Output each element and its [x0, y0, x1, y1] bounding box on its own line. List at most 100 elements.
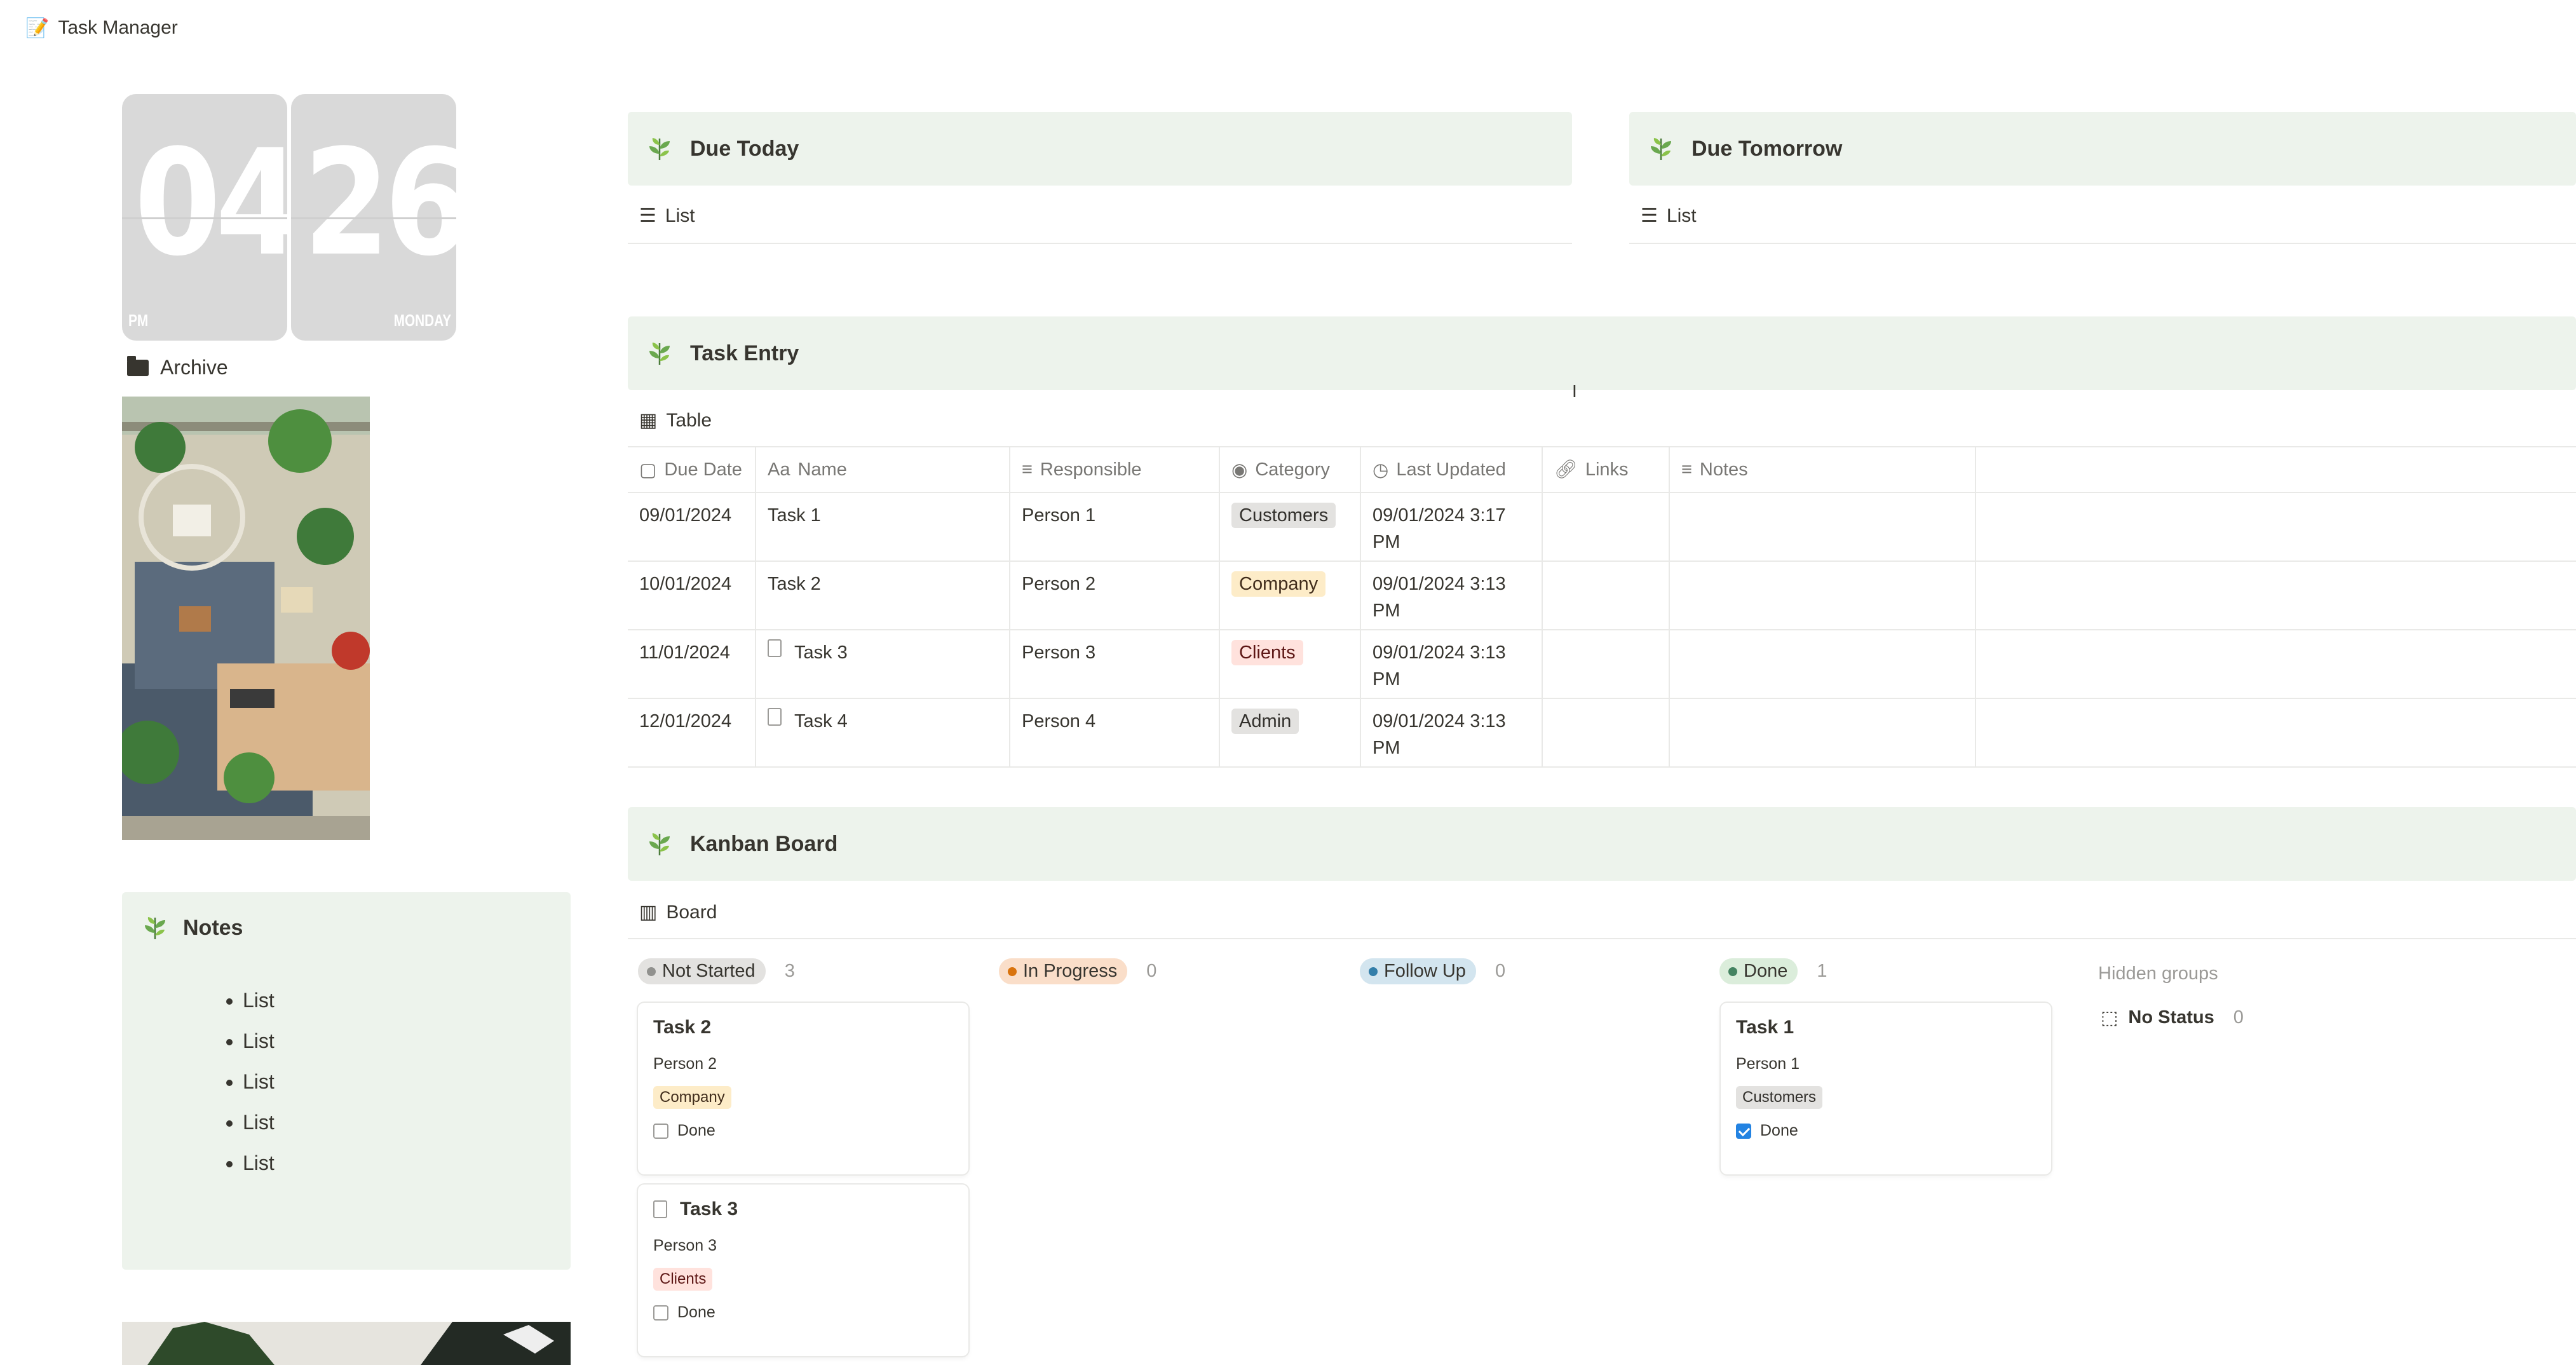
inbox-icon: ⬚: [2101, 1008, 2118, 1028]
column-header-name[interactable]: Aa Name: [755, 447, 1009, 492]
cell-responsible[interactable]: Person 3: [1009, 630, 1219, 698]
due-tomorrow-view-tab[interactable]: ☰ List: [1641, 205, 1697, 227]
cell-links[interactable]: [1542, 699, 1669, 766]
cell-name[interactable]: Task 4: [755, 699, 1009, 766]
document-icon: [768, 708, 782, 726]
kanban-group-header[interactable]: Done 1: [1719, 958, 1827, 984]
card-title-row: Task 2: [653, 1017, 953, 1038]
done-label: Done: [1760, 1122, 1798, 1139]
card-done-row: Done: [653, 1122, 953, 1140]
category-tag: Customers: [1231, 503, 1336, 528]
cell-category[interactable]: Customers: [1219, 493, 1360, 560]
responsible-value: Person 2: [1022, 574, 1096, 594]
notes-list-item[interactable]: List: [243, 1021, 275, 1061]
cell-name[interactable]: Task 1: [755, 493, 1009, 560]
cell-last-updated[interactable]: 09/01/2024 3:17 PM: [1360, 493, 1542, 560]
column-label: Category: [1255, 459, 1330, 480]
cell-due-date[interactable]: 09/01/2024: [628, 493, 755, 560]
kanban-view-tab[interactable]: ▥ Board: [639, 901, 717, 923]
table-row[interactable]: 11/01/2024 Task 3 Person 3 Clients 09/01/202…: [628, 630, 2576, 699]
cell-links[interactable]: [1542, 562, 1669, 629]
done-checkbox[interactable]: [653, 1123, 668, 1139]
cell-due-date[interactable]: 11/01/2024: [628, 630, 755, 698]
cell-responsible[interactable]: Person 4: [1009, 699, 1219, 766]
notes-list-item[interactable]: List: [243, 980, 275, 1021]
hidden-groups-label: Hidden groups: [2098, 963, 2218, 984]
task-name[interactable]: Task 1: [768, 502, 821, 529]
window-title-bar[interactable]: 📝 Task Manager: [25, 14, 178, 42]
card-category-tag: Customers: [1736, 1086, 1823, 1109]
table-row[interactable]: 12/01/2024 Task 4 Person 4 Admin 09/01/2024 …: [628, 699, 2576, 768]
column-header-category[interactable]: ◉ Category: [1219, 447, 1360, 492]
no-status-count: 0: [2233, 1007, 2244, 1028]
notes-list: List List List List List: [217, 980, 275, 1183]
cell-responsible[interactable]: Person 2: [1009, 562, 1219, 629]
table-header-row: ▢ Due Date Aa Name ≡ Responsible ◉ Categ…: [628, 446, 2576, 493]
kanban-card[interactable]: Task 3 Person 3 Clients Done: [638, 1185, 968, 1356]
cell-notes[interactable]: [1669, 562, 1975, 629]
card-category-tag: Clients: [653, 1268, 713, 1291]
cell-category[interactable]: Admin: [1219, 699, 1360, 766]
kanban-card[interactable]: Task 2 Person 2 Company Done: [638, 1003, 968, 1174]
archive-link[interactable]: Archive: [127, 355, 228, 379]
task-entry-title: Task Entry: [690, 341, 799, 365]
done-checkbox[interactable]: [1736, 1123, 1751, 1139]
card-done-row: Done: [1736, 1122, 2036, 1140]
notes-title-row: Notes: [141, 914, 243, 942]
card-person: Person 3: [653, 1237, 717, 1254]
cell-name[interactable]: Task 2: [755, 562, 1009, 629]
board-icon: ▥: [639, 902, 658, 923]
due-tomorrow-view-label: List: [1666, 205, 1697, 226]
due-tomorrow-title: Due Tomorrow: [1691, 136, 1843, 161]
clock-icon: ◷: [1373, 459, 1389, 480]
cell-category[interactable]: Company: [1219, 562, 1360, 629]
task-entry-view-tab[interactable]: ▦ Table: [639, 409, 712, 431]
kanban-card[interactable]: Task 1 Person 1 Customers Done: [1721, 1003, 2051, 1174]
table-row[interactable]: 09/01/2024 Task 1 Person 1 Customers 09/01/2…: [628, 493, 2576, 562]
clock-meridiem: PM: [128, 311, 149, 330]
cell-last-updated[interactable]: 09/01/2024 3:13 PM: [1360, 630, 1542, 698]
cell-links[interactable]: [1542, 493, 1669, 560]
cell-notes[interactable]: [1669, 493, 1975, 560]
task-name[interactable]: Task 2: [768, 571, 821, 597]
notes-list-item[interactable]: List: [243, 1102, 275, 1143]
cell-due-date[interactable]: 12/01/2024: [628, 699, 755, 766]
cell-category[interactable]: Clients: [1219, 630, 1360, 698]
kanban-group-header[interactable]: Not Started 3: [638, 958, 795, 984]
task-name[interactable]: Task 4: [794, 708, 848, 735]
last-updated-date: 09/01/2024 3:17: [1373, 505, 1506, 526]
text-lines-icon: ≡: [1022, 459, 1033, 480]
cell-responsible[interactable]: Person 1: [1009, 493, 1219, 560]
column-header-notes[interactable]: ≡ Notes: [1669, 447, 1975, 492]
cell-last-updated[interactable]: 09/01/2024 3:13 PM: [1360, 562, 1542, 629]
last-updated-date: 09/01/2024 3:13: [1373, 574, 1506, 594]
folder-icon: [127, 355, 149, 376]
due-today-view-tab[interactable]: ☰ List: [639, 205, 695, 227]
cell-notes[interactable]: [1669, 699, 1975, 766]
clock-minutes: 26: [303, 119, 457, 289]
cell-name[interactable]: Task 3: [755, 630, 1009, 698]
notes-list-item[interactable]: List: [243, 1143, 275, 1183]
group-count: 1: [1817, 961, 1827, 981]
cell-links[interactable]: [1542, 630, 1669, 698]
notes-list-item[interactable]: List: [243, 1061, 275, 1102]
done-checkbox[interactable]: [653, 1305, 668, 1321]
cell-last-updated[interactable]: 09/01/2024 3:13 PM: [1360, 699, 1542, 766]
column-header-responsible[interactable]: ≡ Responsible: [1009, 447, 1219, 492]
cell-due-date[interactable]: 10/01/2024: [628, 562, 755, 629]
cell-notes[interactable]: [1669, 630, 1975, 698]
status-pill: Follow Up: [1360, 958, 1476, 984]
memo-pencil-icon: 📝: [25, 17, 50, 39]
kanban-group-header[interactable]: Follow Up 0: [1360, 958, 1505, 984]
no-status-group[interactable]: ⬚ No Status 0: [2101, 1007, 2244, 1029]
kanban-group-header[interactable]: In Progress 0: [999, 958, 1156, 984]
leaf-icon: [1650, 137, 1672, 161]
task-name[interactable]: Task 3: [794, 639, 848, 666]
column-header-due-date[interactable]: ▢ Due Date: [628, 447, 755, 492]
column-header-links[interactable]: 🔗︎ Links: [1542, 447, 1669, 492]
status-pill: Done: [1719, 958, 1798, 984]
forest-image: [122, 1322, 571, 1365]
column-header-last-updated[interactable]: ◷ Last Updated: [1360, 447, 1542, 492]
table-row[interactable]: 10/01/2024 Task 2 Person 2 Company 09/01/202…: [628, 562, 2576, 630]
card-title-row: Task 1: [1736, 1017, 2036, 1038]
